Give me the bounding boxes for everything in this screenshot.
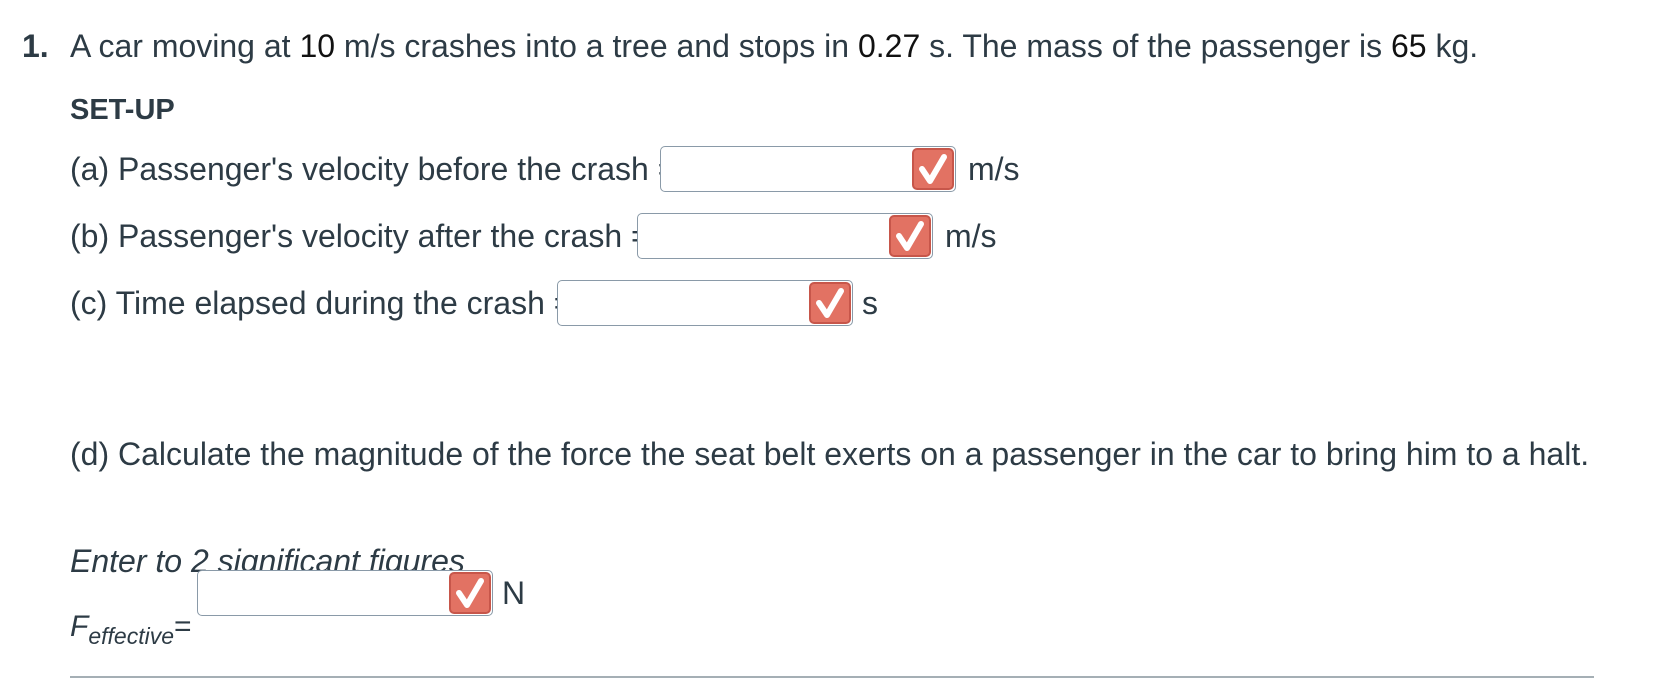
part-b-label: (b) Passenger's velocity after the crash… <box>70 218 650 254</box>
question-text-part: A car moving at <box>70 28 300 64</box>
part-c-label: (c) Time elapsed during the crash = <box>70 285 573 321</box>
question-text: A car moving at 10 m/s crashes into a tr… <box>70 28 1478 65</box>
question-number: 1. <box>22 28 49 64</box>
time-value: 0.27 <box>857 28 921 64</box>
checkmark-icon <box>912 148 954 190</box>
checkmark-icon <box>449 572 491 614</box>
force-subscript: effective <box>88 623 174 649</box>
question-text-part: kg. <box>1426 28 1479 64</box>
question-text-part: s. The mass of the passenger is <box>920 28 1391 64</box>
question-text-part: m/s crashes into a tree and stops in <box>335 28 858 64</box>
force-symbol: Feffective= <box>70 610 192 649</box>
part-a-label: (a) Passenger's velocity before the cras… <box>70 151 677 187</box>
force-symbol-letter: F <box>70 610 89 643</box>
equals-sign: = <box>173 610 192 643</box>
checkmark-icon <box>809 282 851 324</box>
part-d-prompt: (d) Calculate the magnitude of the force… <box>70 436 1590 472</box>
setup-heading: SET-UP <box>70 94 175 126</box>
mass-value: 65 <box>1390 28 1427 64</box>
checkmark-icon <box>889 215 931 257</box>
part-b-unit: m/s <box>945 218 997 254</box>
force-unit: N <box>502 575 526 611</box>
speed-value: 10 <box>299 28 336 64</box>
part-a-unit: m/s <box>968 151 1020 187</box>
part-c-unit: s <box>862 285 878 321</box>
bottom-divider <box>70 676 1594 678</box>
